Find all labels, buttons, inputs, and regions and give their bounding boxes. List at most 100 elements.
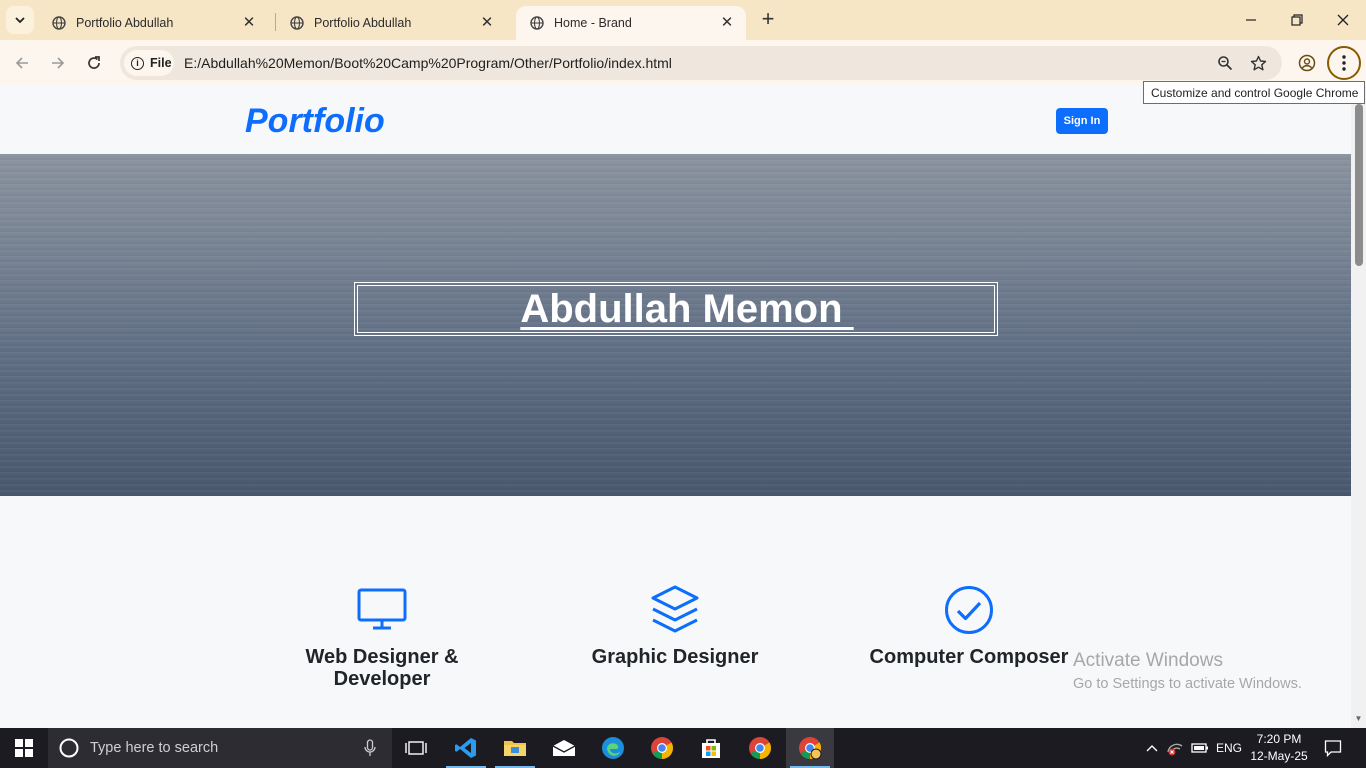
features-section: Web Designer & Developer Graphic Designe… (0, 496, 1351, 728)
arrow-right-icon (52, 57, 65, 69)
notifications-button[interactable] (1318, 728, 1348, 768)
vscode-icon (455, 738, 476, 758)
close-tab-icon[interactable]: ✕ (240, 14, 258, 32)
check-circle-icon (943, 584, 995, 636)
hero-title-box: Abdullah Memon (354, 282, 998, 336)
kebab-menu-icon (1342, 55, 1346, 71)
profile-icon (1298, 54, 1316, 72)
feature-title-line: Developer (333, 668, 431, 690)
chevron-up-icon (1146, 745, 1158, 752)
chevron-down-icon (15, 17, 25, 24)
zoom-icon[interactable] (1215, 53, 1235, 73)
address-bar[interactable]: i File E:/Abdullah%20Memon/Boot%20Camp%2… (120, 46, 1282, 80)
arrow-left-icon (15, 57, 28, 69)
browser-tab-1[interactable]: Portfolio Abdullah ✕ (38, 6, 268, 40)
store-taskbar-button[interactable] (687, 728, 735, 768)
task-view-icon (405, 741, 427, 755)
mail-taskbar-button[interactable] (540, 728, 588, 768)
close-icon (1337, 14, 1349, 26)
edge-icon (602, 737, 624, 759)
network-tray-button[interactable] (1164, 728, 1186, 768)
battery-icon (1191, 743, 1208, 753)
chrome-taskbar-button-2[interactable] (736, 728, 784, 768)
restore-button[interactable] (1274, 0, 1320, 40)
site-info-label: File (150, 56, 172, 70)
feature-title-line: Graphic Designer (591, 646, 759, 668)
chrome-icon (651, 737, 673, 759)
feature-title: Computer Composer (870, 646, 1069, 668)
scroll-down-icon[interactable]: ▼ (1354, 714, 1363, 723)
navbar-brand[interactable]: Portfolio (245, 102, 385, 141)
profile-button[interactable] (1293, 49, 1321, 77)
vscode-taskbar-button[interactable] (442, 728, 490, 768)
network-disconnected-icon (1167, 743, 1183, 756)
new-tab-button[interactable]: + (756, 8, 780, 32)
file-explorer-taskbar-button[interactable] (491, 728, 539, 768)
browser-tab-2[interactable]: Portfolio Abdullah ✕ (276, 6, 506, 40)
hero-title[interactable]: Abdullah Memon (498, 287, 853, 332)
site-info-chip[interactable]: i File (124, 50, 174, 76)
feature-graphic-designer: Graphic Designer (575, 584, 775, 668)
feature-title: Graphic Designer (592, 646, 759, 668)
forward-button[interactable] (44, 49, 72, 77)
watermark-subtitle: Go to Settings to activate Windows. (1073, 676, 1302, 692)
feature-title-line: Computer Composer (869, 646, 1069, 668)
globe-icon (530, 16, 544, 30)
watermark-title: Activate Windows (1073, 650, 1223, 671)
web-page: Portfolio Sign In Abdullah Memon Web Des… (0, 86, 1351, 728)
tab-strip: Portfolio Abdullah ✕ Portfolio Abdullah … (0, 0, 1366, 40)
globe-icon (52, 16, 66, 30)
windows-taskbar: Type here to search ENG 7:20 PM 12-May-2… (0, 728, 1366, 768)
tab-search-button[interactable] (6, 6, 34, 34)
menu-tooltip: Customize and control Google Chrome (1143, 81, 1365, 104)
tab-title: Portfolio Abdullah (314, 16, 412, 30)
info-icon: i (131, 56, 144, 70)
back-button[interactable] (8, 49, 36, 77)
mail-icon (552, 740, 576, 756)
chrome-menu-button[interactable] (1327, 46, 1361, 80)
scroll-thumb[interactable] (1355, 104, 1363, 266)
search-circle-icon (59, 738, 79, 758)
edge-taskbar-button[interactable] (589, 728, 637, 768)
feature-title: Web Designer & Developer (306, 646, 459, 690)
tab-title: Portfolio Abdullah (76, 16, 174, 30)
restore-icon (1291, 14, 1303, 26)
page-scrollbar[interactable]: ▲ ▼ (1351, 86, 1366, 728)
folder-icon (504, 741, 526, 756)
chrome-icon (799, 737, 822, 760)
show-hidden-icons-button[interactable] (1140, 728, 1164, 768)
battery-tray-button[interactable] (1188, 728, 1212, 768)
feature-web-designer: Web Designer & Developer (282, 584, 482, 690)
browser-tab-3-active[interactable]: Home - Brand ✕ (516, 6, 746, 40)
bookmark-star-icon[interactable] (1248, 53, 1268, 73)
close-tab-icon[interactable]: ✕ (478, 14, 496, 32)
chrome-icon (749, 737, 771, 759)
taskbar-clock[interactable]: 7:20 PM 12-May-25 (1244, 731, 1314, 765)
close-tab-icon[interactable]: ✕ (718, 14, 736, 32)
microphone-icon[interactable] (364, 739, 376, 757)
chrome-taskbar-button-active[interactable] (786, 728, 834, 768)
activate-windows-watermark: Activate Windows Go to Settings to activ… (1073, 650, 1302, 692)
notification-icon (1324, 740, 1342, 757)
hero-banner: Abdullah Memon (0, 154, 1351, 496)
url-text[interactable]: E:/Abdullah%20Memon/Boot%20Camp%20Progra… (184, 55, 672, 71)
minimize-button[interactable] (1228, 0, 1274, 40)
feature-computer-composer: Computer Composer (868, 584, 1070, 668)
store-icon (702, 739, 720, 758)
taskbar-search-box[interactable]: Type here to search (48, 728, 392, 768)
reload-icon (88, 56, 100, 69)
reload-button[interactable] (80, 49, 108, 77)
start-button[interactable] (0, 728, 48, 768)
windows-logo-icon (15, 739, 33, 757)
layers-icon (649, 584, 701, 636)
task-view-button[interactable] (392, 728, 440, 768)
monitor-icon (356, 584, 408, 636)
language-indicator[interactable]: ENG (1212, 728, 1246, 768)
minimize-icon (1246, 19, 1256, 21)
clock-date: 12-May-25 (1250, 749, 1308, 763)
sign-in-button[interactable]: Sign In (1056, 108, 1108, 134)
globe-icon (290, 16, 304, 30)
close-window-button[interactable] (1320, 0, 1366, 40)
chrome-taskbar-button-1[interactable] (638, 728, 686, 768)
browser-toolbar: i File E:/Abdullah%20Memon/Boot%20Camp%2… (0, 40, 1366, 86)
